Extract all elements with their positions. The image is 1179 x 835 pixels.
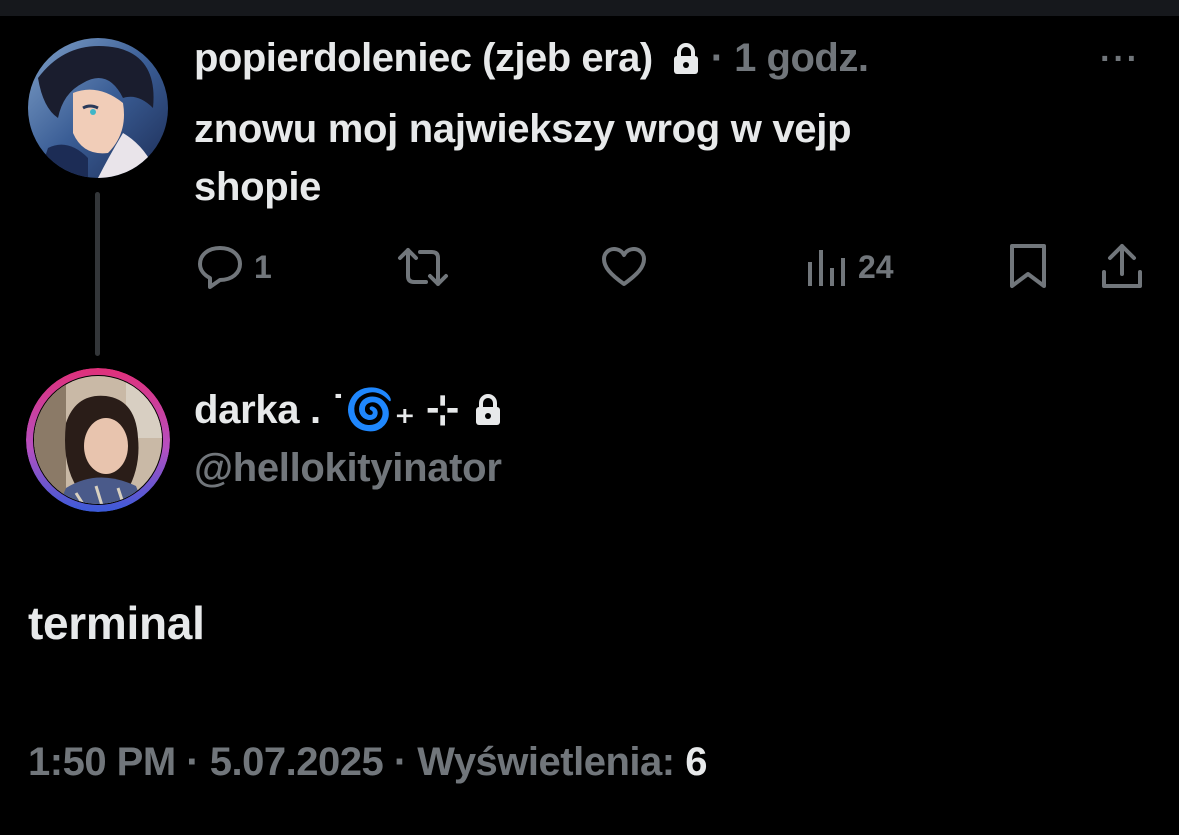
views-count: 24: [858, 248, 894, 285]
reply-text-line: shopie: [194, 165, 322, 209]
main-tweet-text: terminal: [28, 597, 205, 649]
bookmark-icon: [1010, 244, 1046, 288]
reply-text-line: znowu moj najwiekszy wrog w vejp: [194, 107, 852, 151]
repost-arrows-icon: [398, 248, 448, 286]
share-button[interactable]: [1100, 242, 1144, 290]
comment-bubble-icon: [198, 246, 242, 289]
avatar-photo-icon: [26, 368, 170, 512]
lock-icon: [671, 42, 701, 76]
views-button[interactable]: 24: [806, 246, 894, 288]
tweet-time[interactable]: 1:50 PM: [28, 740, 176, 784]
lock-icon: [473, 393, 503, 427]
reply-button[interactable]: 1: [196, 244, 272, 290]
avatar-illustration-icon: [28, 38, 168, 178]
tweet-date[interactable]: 5.07.2025: [210, 740, 384, 784]
share-upload-icon: [1102, 244, 1142, 288]
tweet-metadata: 1:50 PM · 5.07.2025 · Wyświetlenia: 6: [28, 740, 707, 785]
more-options-icon[interactable]: ···: [1100, 40, 1140, 79]
repost-button[interactable]: [396, 246, 460, 288]
reply-timestamp[interactable]: · 1 godz.: [711, 36, 869, 81]
bookmark-button[interactable]: [1008, 242, 1048, 290]
like-button[interactable]: [600, 246, 658, 288]
views-label: Wyświetlenia:: [417, 740, 675, 784]
bar-chart-icon: [808, 250, 845, 286]
reply-display-name[interactable]: popierdoleniec (zjeb era): [194, 36, 653, 81]
reply-header: popierdoleniec (zjeb era) · 1 godz.: [194, 36, 869, 81]
views-count: 6: [685, 740, 707, 784]
reply-action-bar: 1 24: [0, 240, 1179, 300]
top-bar: [0, 0, 1179, 16]
separator: ·: [393, 740, 407, 784]
reply-text: znowu moj najwiekszy wrog w vejp shopie: [194, 100, 1094, 216]
reply-count: 1: [254, 248, 272, 285]
main-avatar[interactable]: [26, 368, 170, 512]
main-handle[interactable]: @hellokityinator: [194, 446, 502, 491]
main-display-name[interactable]: darka . ˙🌀₊ ⊹: [194, 386, 459, 433]
main-author-header: darka . ˙🌀₊ ⊹: [194, 386, 503, 433]
heart-icon: [602, 247, 646, 286]
reply-avatar[interactable]: [28, 38, 168, 178]
separator: ·: [186, 740, 200, 784]
